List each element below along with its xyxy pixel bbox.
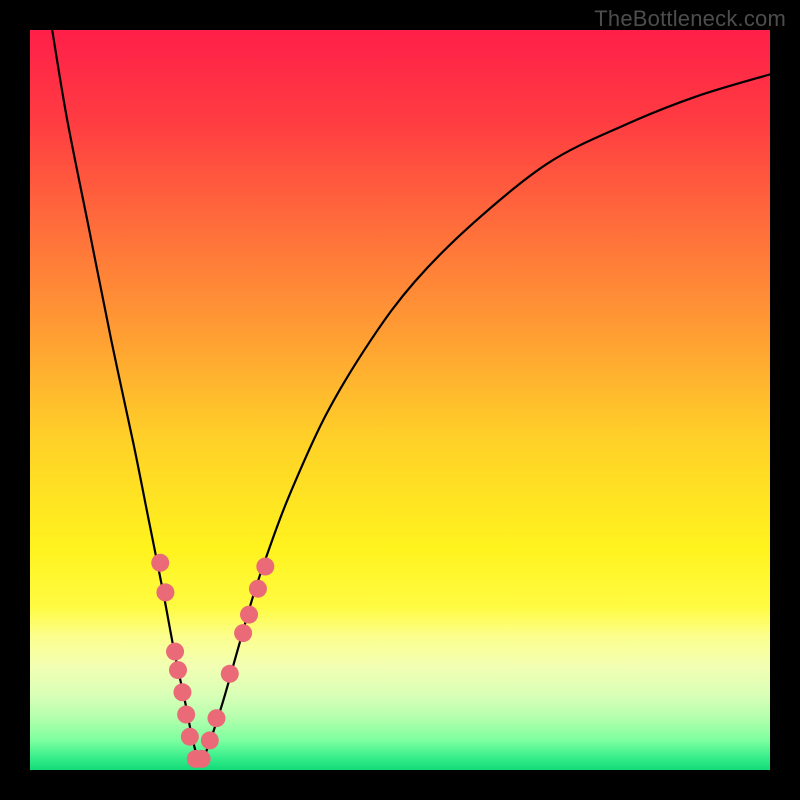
- curve-layer: [30, 30, 770, 770]
- highlight-dot: [173, 683, 191, 701]
- highlight-dot: [166, 643, 184, 661]
- bottleneck-curve: [52, 30, 770, 763]
- highlight-dot: [240, 606, 258, 624]
- chart-frame: TheBottleneck.com: [0, 0, 800, 800]
- highlight-dots: [151, 554, 274, 768]
- highlight-dot: [256, 558, 274, 576]
- highlight-dot: [181, 728, 199, 746]
- highlight-dot: [151, 554, 169, 572]
- highlight-dot: [249, 580, 267, 598]
- highlight-dot: [234, 624, 252, 642]
- highlight-dot: [193, 750, 211, 768]
- highlight-dot: [156, 583, 174, 601]
- highlight-dot: [201, 731, 219, 749]
- highlight-dot: [169, 661, 187, 679]
- highlight-dot: [177, 706, 195, 724]
- highlight-dot: [221, 665, 239, 683]
- watermark-text: TheBottleneck.com: [594, 6, 786, 32]
- highlight-dot: [207, 709, 225, 727]
- plot-area: [30, 30, 770, 770]
